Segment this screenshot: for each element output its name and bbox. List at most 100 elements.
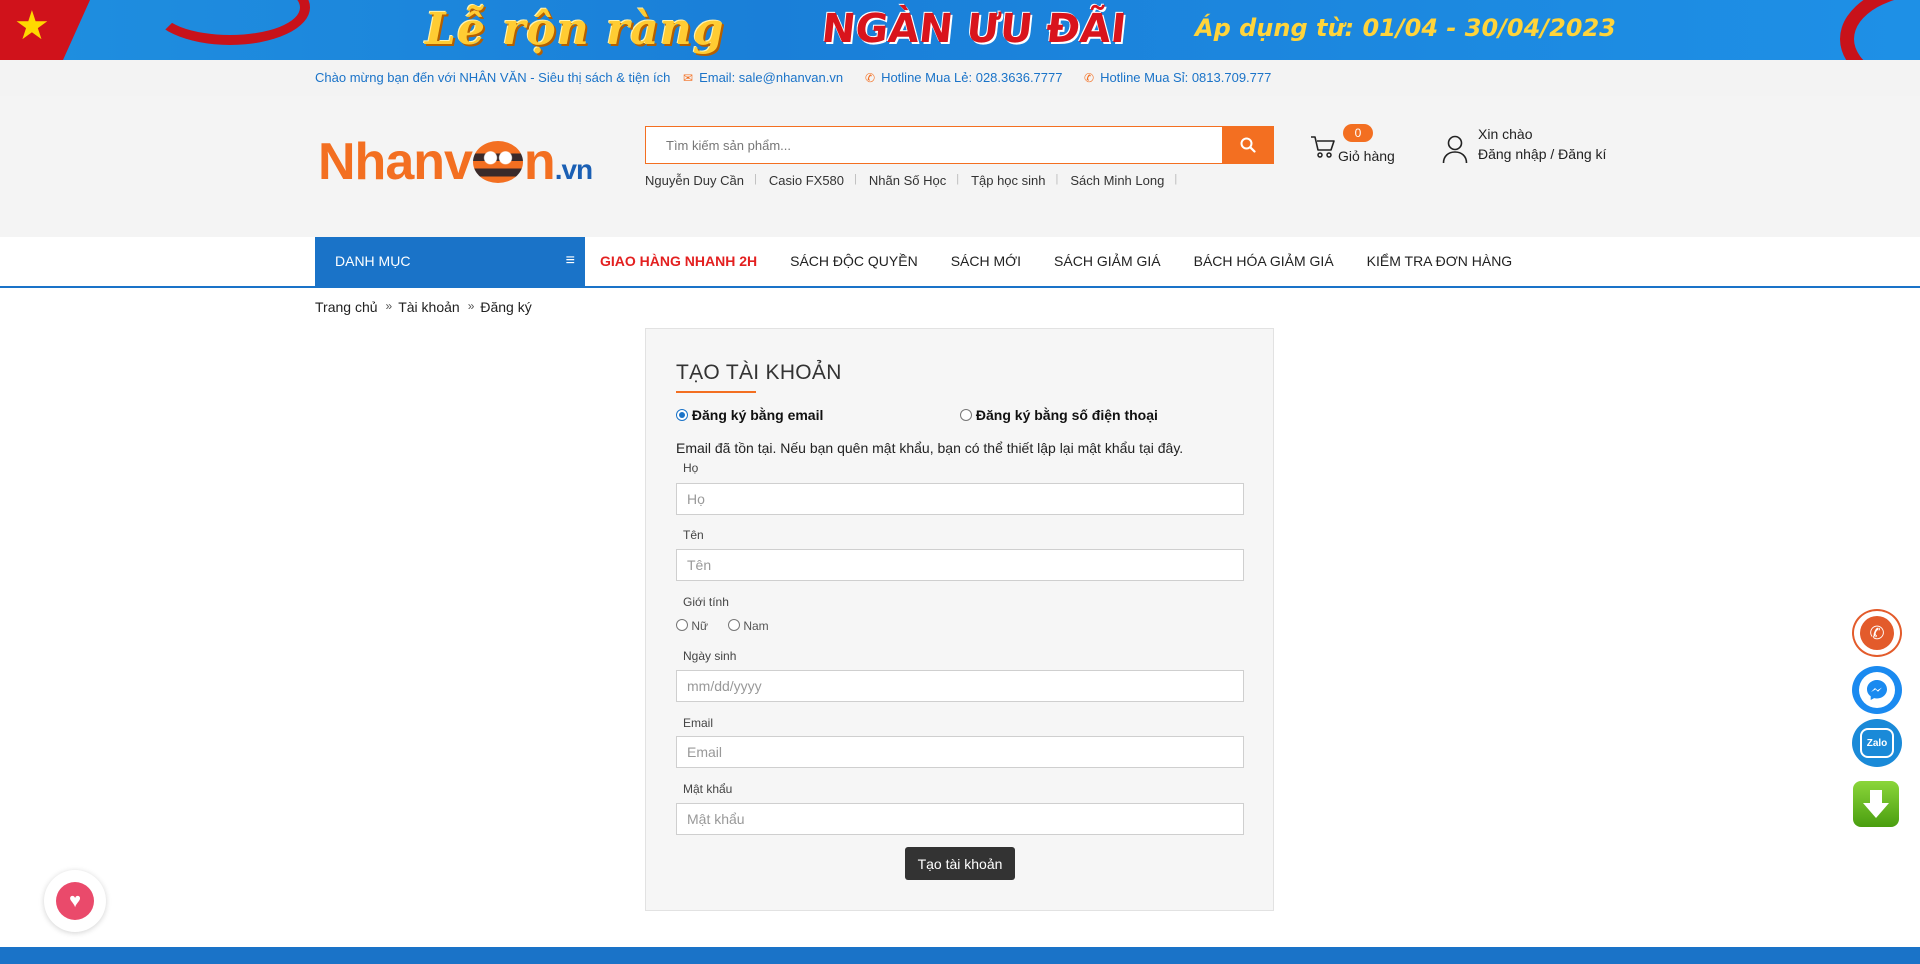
nav-item-discount-grocery[interactable]: BÁCH HÓA GIẢM GIÁ xyxy=(1194,237,1334,286)
form-title: TẠO TÀI KHOẢN xyxy=(676,361,842,384)
ribbon-decoration xyxy=(1840,0,1920,60)
nav-item-fast-delivery[interactable]: GIAO HÀNG NHANH 2H xyxy=(600,237,757,286)
category-label: DANH MỤC xyxy=(335,253,411,269)
gender-female-option[interactable]: Nữ xyxy=(676,619,708,633)
account-greeting: Xin chào xyxy=(1478,126,1533,142)
banner-offer: NGÀN ƯU ĐÃI xyxy=(819,6,1129,52)
breadcrumb-current: Đăng ký xyxy=(480,299,532,315)
zalo-icon: Zalo xyxy=(1860,728,1894,758)
breadcrumb-account[interactable]: Tài khoản xyxy=(398,299,459,315)
separator: | xyxy=(754,173,757,185)
zalo-button[interactable]: Zalo xyxy=(1852,719,1902,767)
separator: | xyxy=(956,173,960,185)
logo-suffix: .vn xyxy=(554,154,593,185)
phone-icon: ✆ xyxy=(1860,616,1894,650)
hamburger-icon: ≡ xyxy=(565,252,575,269)
footer-bar xyxy=(0,947,1920,964)
separator: | xyxy=(854,173,857,185)
nav-menu: GIAO HÀNG NHANH 2H SÁCH ĐỘC QUYỀN SÁCH M… xyxy=(600,237,1545,286)
password-label: Mật khẩu xyxy=(683,782,733,796)
top-info-bar: Chào mừng bạn đến với NHÂN VĂN - Siêu th… xyxy=(0,60,1920,97)
double-chevron-right-icon: » xyxy=(467,299,475,313)
phone-icon: ✆ xyxy=(1084,71,1095,85)
register-form-panel: TẠO TÀI KHOẢN Đăng ký bằng email Đăng ký… xyxy=(645,328,1274,911)
gender-label: Giới tính xyxy=(683,595,729,609)
cart-button[interactable]: 0 Giỏ hàng xyxy=(1308,124,1408,168)
star-icon: ★ xyxy=(14,4,50,48)
heart-icon: ♥ xyxy=(56,882,94,920)
quick-link[interactable]: Sách Minh Long xyxy=(1070,173,1164,188)
hotline-wholesale-text: Hotline Mua Sỉ: 0813.709.777 xyxy=(1100,70,1272,85)
email-exists-notice: Email đã tồn tại. Nếu bạn quên mật khẩu,… xyxy=(676,440,1184,456)
search-button[interactable] xyxy=(1222,126,1274,164)
logo-text-end: n xyxy=(523,133,556,191)
radio-female[interactable] xyxy=(676,619,688,631)
messenger-button[interactable] xyxy=(1852,666,1902,714)
separator: | xyxy=(1055,173,1059,185)
register-by-phone-option[interactable]: Đăng ký bằng số điện thoại xyxy=(960,407,1158,423)
account-menu[interactable]: Xin chào Đăng nhập / Đăng kí xyxy=(1442,126,1642,170)
email-input[interactable] xyxy=(676,736,1244,768)
hotline-retail[interactable]: ✆ Hotline Mua Lẻ: 028.3636.7777 xyxy=(865,70,1062,85)
logo-text: Nhanv xyxy=(318,133,473,191)
quick-links: Nguyễn Duy Cần | Casio FX580 | Nhãn Số Học… xyxy=(645,173,1189,188)
promo-banner[interactable]: ★ Lễ rộn ràng NGÀN ƯU ĐÃI Áp dụng từ: 01… xyxy=(0,0,1920,60)
radio-male[interactable] xyxy=(728,619,740,631)
radio-phone[interactable] xyxy=(960,409,972,421)
create-account-button[interactable]: Tạo tài khoản xyxy=(905,847,1015,880)
register-by-email-option[interactable]: Đăng ký bằng email xyxy=(676,407,823,423)
main-nav: DANH MỤC ≡ GIAO HÀNG NHANH 2H SÁCH ĐỘC Q… xyxy=(0,237,1920,288)
banner-dates: Áp dụng từ: 01/04 - 30/04/2023 xyxy=(1195,14,1616,42)
bee-mascot-icon xyxy=(472,141,523,183)
radio-email[interactable] xyxy=(676,409,688,421)
nav-item-exclusive-books[interactable]: SÁCH ĐỘC QUYỀN xyxy=(790,237,918,286)
call-button[interactable]: ✆ xyxy=(1852,609,1902,657)
register-by-phone-label: Đăng ký bằng số điện thoại xyxy=(975,407,1158,423)
site-header: Nhanvn.vn Nguyễn Duy Cần | Casio FX580 | N… xyxy=(0,96,1920,237)
messenger-icon xyxy=(1859,672,1895,708)
wishlist-button[interactable]: ♥ xyxy=(44,870,106,932)
title-underline xyxy=(676,391,756,393)
gender-male-label: Nam xyxy=(743,619,769,633)
email-contact[interactable]: ✉ Email: sale@nhanvan.vn xyxy=(683,70,843,85)
password-input[interactable] xyxy=(676,803,1244,835)
quick-link[interactable]: Nguyễn Duy Cần xyxy=(645,173,744,188)
cart-count-badge: 0 xyxy=(1343,124,1373,142)
login-register-link[interactable]: Đăng nhập / Đăng kí xyxy=(1478,146,1606,162)
nav-item-order-tracking[interactable]: KIỂM TRA ĐƠN HÀNG xyxy=(1367,237,1513,286)
gender-female-label: Nữ xyxy=(691,619,709,633)
cart-icon xyxy=(1311,136,1335,158)
welcome-text: Chào mừng bạn đến với NHÂN VĂN - Siêu th… xyxy=(315,70,671,85)
first-name-input[interactable] xyxy=(676,549,1244,581)
birthday-label: Ngày sinh xyxy=(683,649,737,663)
last-name-label: Họ xyxy=(683,461,699,475)
last-name-input[interactable] xyxy=(676,483,1244,515)
quick-link[interactable]: Nhãn Số Học xyxy=(869,173,946,188)
double-chevron-right-icon: » xyxy=(385,299,393,313)
quick-link[interactable]: Tập học sinh xyxy=(971,173,1045,188)
breadcrumb-home[interactable]: Trang chủ xyxy=(315,299,378,315)
banner-headline: Lễ rộn ràng xyxy=(425,4,725,55)
register-by-email-label: Đăng ký bằng email xyxy=(691,407,824,423)
envelope-icon: ✉ xyxy=(683,71,694,85)
download-app-button[interactable] xyxy=(1853,781,1899,827)
hotline-retail-text: Hotline Mua Lẻ: 028.3636.7777 xyxy=(881,70,1063,85)
birthday-input[interactable] xyxy=(676,670,1244,702)
user-icon xyxy=(1442,135,1468,164)
separator: | xyxy=(1174,173,1178,185)
search-input[interactable] xyxy=(646,127,1226,163)
phone-icon: ✆ xyxy=(865,71,876,85)
search-icon xyxy=(1240,137,1256,153)
hotline-wholesale[interactable]: ✆ Hotline Mua Sỉ: 0813.709.777 xyxy=(1084,70,1271,85)
search-box xyxy=(645,126,1274,164)
cart-label: Giỏ hàng xyxy=(1338,148,1395,164)
site-logo[interactable]: Nhanv n.vn xyxy=(318,132,593,192)
nav-item-discount-books[interactable]: SÁCH GIẢM GIÁ xyxy=(1054,237,1161,286)
quick-link[interactable]: Casio FX580 xyxy=(769,173,844,188)
first-name-label: Tên xyxy=(683,528,704,542)
nav-item-new-books[interactable]: SÁCH MỚI xyxy=(951,237,1021,286)
gender-male-option[interactable]: Nam xyxy=(728,619,769,633)
category-menu-button[interactable]: DANH MỤC ≡ xyxy=(315,237,585,286)
email-text: Email: sale@nhanvan.vn xyxy=(699,70,844,85)
download-arrow-icon xyxy=(1863,790,1889,818)
